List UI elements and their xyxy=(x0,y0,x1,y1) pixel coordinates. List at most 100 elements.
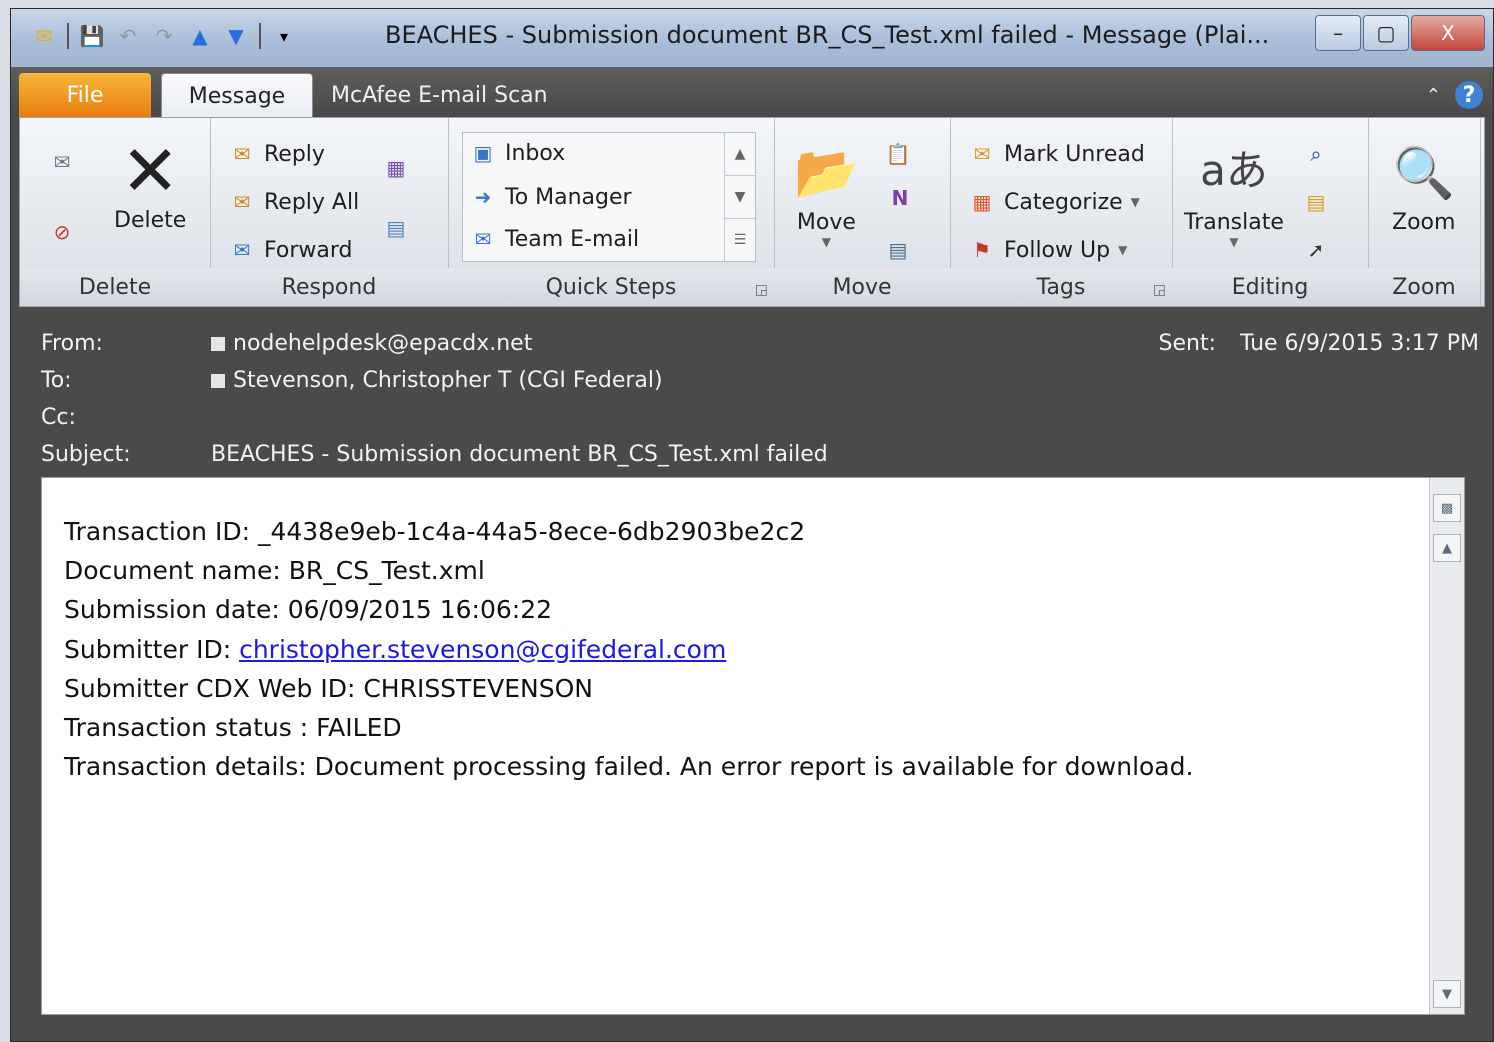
to-label: To: xyxy=(41,368,72,393)
minimize-button[interactable]: – xyxy=(1315,15,1361,51)
follow-up-button[interactable]: ⚑ Follow Up ▼ xyxy=(968,236,1127,264)
transaction-id-line: Transaction ID: _4438e9eb-1c4a-44a5-8ece… xyxy=(64,517,806,546)
window-title: BEACHES - Submission document BR_CS_Test… xyxy=(385,21,1270,49)
close-button[interactable]: X xyxy=(1411,15,1485,51)
quick-step-team-email[interactable]: ✉ Team E-mail xyxy=(469,225,640,253)
reply-all-icon: ✉ xyxy=(233,190,251,214)
transaction-details-line: Transaction details: Document processing… xyxy=(64,752,1194,782)
related-icon[interactable]: ▤ xyxy=(1302,188,1330,216)
view-options-icon[interactable]: ▩ xyxy=(1433,494,1461,522)
dialog-launcher-icon[interactable]: ◲ xyxy=(755,282,768,298)
subject-label: Subject: xyxy=(41,442,131,467)
move-button[interactable]: 📂 Move ▼ xyxy=(794,136,859,249)
scroll-down-icon[interactable]: ▼ xyxy=(725,176,755,219)
quick-step-to-manager[interactable]: ➜ To Manager xyxy=(469,183,632,211)
mark-unread-button[interactable]: ✉ Mark Unread xyxy=(968,140,1145,168)
delete-button[interactable]: ✕ Delete xyxy=(114,134,186,233)
dropdown-arrow-icon: ▼ xyxy=(1229,235,1239,249)
rules-icon[interactable]: 📋 xyxy=(884,140,912,168)
meeting-icon[interactable]: ▦ xyxy=(382,154,410,182)
find-icon[interactable]: ⌕ xyxy=(1302,140,1330,168)
onenote-icon[interactable]: N xyxy=(886,184,914,212)
submitter-id-line: Submitter ID: christopher.stevenson@cgif… xyxy=(64,634,727,664)
tags-group: ✉ Mark Unread ▦ Categorize ▼ ⚑ Follow Up… xyxy=(950,118,1173,306)
forward-button[interactable]: ✉ Forward xyxy=(228,236,353,264)
quick-steps-gallery: ▣ Inbox ➜ To Manager ✉ Team E-mail ▲ ▼ ☰ xyxy=(462,132,756,262)
zoom-button[interactable]: 🔍 Zoom xyxy=(1392,136,1455,235)
outlook-message-window: ✉ 💾 ↶ ↷ ▲ ▼ ▾ BEACHES - Submission docum… xyxy=(10,8,1494,1042)
more-respond-icon[interactable]: ▤ xyxy=(382,214,410,242)
scroll-up-icon[interactable]: ▲ xyxy=(725,133,755,176)
redo-icon[interactable]: ↷ xyxy=(151,23,177,49)
junk-icon[interactable]: ⊘ xyxy=(48,218,76,246)
to-row: To: Stevenson, Christopher T (CGI Federa… xyxy=(41,368,663,393)
actions-icon[interactable]: ▤ xyxy=(884,236,912,264)
sent-value: Tue 6/9/2015 3:17 PM xyxy=(1239,331,1479,356)
to-value[interactable]: Stevenson, Christopher T (CGI Federal) xyxy=(211,368,663,393)
sent-label: Sent: xyxy=(1158,331,1216,356)
flag-icon: ⚑ xyxy=(973,238,991,262)
customize-toolbar-icon[interactable]: ▾ xyxy=(271,23,297,49)
tab-file[interactable]: File xyxy=(19,73,151,117)
expand-gallery-icon[interactable]: ☰ xyxy=(725,219,755,261)
team-email-icon: ✉ xyxy=(474,227,492,251)
group-label-editing: Editing xyxy=(1172,268,1368,306)
group-label-quick-steps: Quick Steps xyxy=(448,268,774,306)
scroll-down-icon[interactable]: ▼ xyxy=(1433,980,1461,1008)
zoom-group: 🔍 Zoom Zoom xyxy=(1368,118,1481,306)
submission-date-line: Submission date: 06/09/2015 16:06:22 xyxy=(64,595,553,625)
quick-steps-scrollbar[interactable]: ▲ ▼ ☰ xyxy=(724,133,755,261)
envelope-icon[interactable]: ✉ xyxy=(31,23,57,49)
move-folder-icon: 📂 xyxy=(794,143,859,203)
quick-steps-group: ▣ Inbox ➜ To Manager ✉ Team E-mail ▲ ▼ ☰… xyxy=(448,118,775,306)
cc-label: Cc: xyxy=(41,405,76,430)
editing-group: aあ Translate ▼ ⌕ ▤ ➚ Editing xyxy=(1172,118,1369,306)
group-label-zoom: Zoom xyxy=(1368,268,1480,306)
quick-access-toolbar: ✉ 💾 ↶ ↷ ▲ ▼ ▾ xyxy=(31,23,297,49)
minimize-ribbon-icon[interactable]: ⌃ xyxy=(1426,85,1441,106)
reply-icon: ✉ xyxy=(233,142,251,166)
mark-unread-icon: ✉ xyxy=(973,142,991,166)
dropdown-arrow-icon: ▼ xyxy=(1130,195,1140,209)
maximize-button[interactable]: ▢ xyxy=(1363,15,1409,51)
categorize-button[interactable]: ▦ Categorize ▼ xyxy=(968,188,1140,216)
document-name-line: Document name: BR_CS_Test.xml xyxy=(64,556,485,586)
from-value[interactable]: nodehelpdesk@epacdx.net xyxy=(211,331,532,356)
transaction-status-line: Transaction status : FAILED xyxy=(64,713,402,743)
save-icon[interactable]: 💾 xyxy=(79,23,105,49)
to-manager-icon: ➜ xyxy=(474,185,492,209)
from-label: From: xyxy=(41,331,103,356)
subject-value: BEACHES - Submission document BR_CS_Test… xyxy=(211,442,828,467)
group-label-tags: Tags xyxy=(950,268,1172,306)
delete-group: ✉ ⊘ ✕ Delete Delete xyxy=(20,118,211,306)
quick-step-inbox[interactable]: ▣ Inbox xyxy=(469,139,566,167)
scroll-up-icon[interactable]: ▲ xyxy=(1433,534,1461,562)
tab-message[interactable]: Message xyxy=(161,73,313,118)
submitter-email-link[interactable]: christopher.stevenson@cgifederal.com xyxy=(239,635,726,664)
vertical-scrollbar[interactable]: ▩ ▲ ▼ xyxy=(1429,478,1464,1014)
from-row: From: nodehelpdesk@epacdx.net xyxy=(41,331,532,356)
dropdown-arrow-icon: ▼ xyxy=(1118,243,1128,257)
help-icon[interactable]: ? xyxy=(1455,81,1483,109)
reply-all-button[interactable]: ✉ Reply All xyxy=(228,188,360,216)
group-label-move: Move xyxy=(774,268,950,306)
toolbar-divider xyxy=(259,23,261,49)
message-body[interactable]: Transaction ID: _4438e9eb-1c4a-44a5-8ece… xyxy=(41,477,1465,1015)
title-bar: ✉ 💾 ↶ ↷ ▲ ▼ ▾ BEACHES - Submission docum… xyxy=(11,9,1493,67)
undo-icon[interactable]: ↶ xyxy=(115,23,141,49)
forward-icon: ✉ xyxy=(233,238,251,262)
ribbon-tabs: File Message McAfee E-mail Scan ⌃ ? xyxy=(11,67,1493,118)
move-group: 📂 Move ▼ 📋 N ▤ Move xyxy=(774,118,951,306)
dialog-launcher-icon[interactable]: ◲ xyxy=(1153,282,1166,298)
select-cursor-icon[interactable]: ➚ xyxy=(1302,236,1330,264)
tab-mcafee-email-scan[interactable]: McAfee E-mail Scan xyxy=(331,73,571,117)
categorize-icon: ▦ xyxy=(972,190,992,214)
presence-icon xyxy=(211,374,225,388)
presence-icon xyxy=(211,337,225,351)
reply-button[interactable]: ✉ Reply xyxy=(228,140,325,168)
previous-item-icon[interactable]: ▲ xyxy=(187,23,213,49)
next-item-icon[interactable]: ▼ xyxy=(223,23,249,49)
toolbar-divider xyxy=(67,23,69,49)
translate-button[interactable]: aあ Translate ▼ xyxy=(1184,132,1284,249)
ignore-icon[interactable]: ✉ xyxy=(48,148,76,176)
